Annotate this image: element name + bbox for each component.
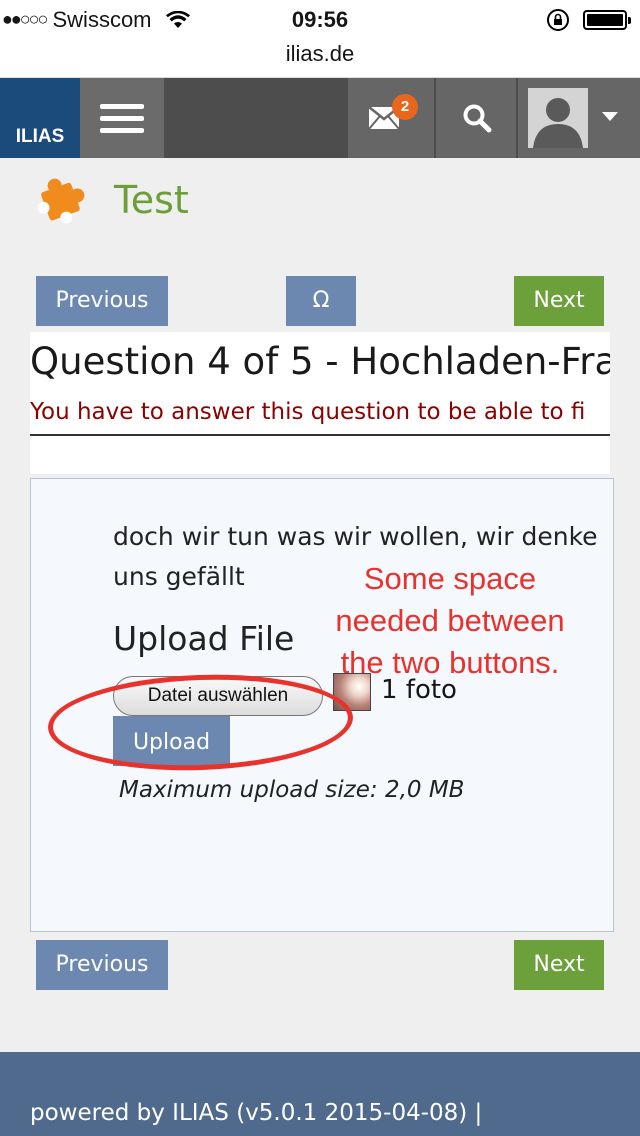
url-bar[interactable]: ilias.de — [0, 40, 640, 78]
footer-text: powered by ILIAS (v5.0.1 2015-04-08) | — [30, 1100, 483, 1126]
mail-button[interactable]: 2 — [348, 78, 434, 158]
annotation-line: needed between — [335, 603, 565, 638]
avatar — [528, 88, 588, 148]
annotation-line: Some space — [363, 561, 537, 596]
logo-text: ILIAS — [15, 126, 65, 147]
next-button-bottom[interactable]: Next — [514, 940, 604, 990]
menu-button[interactable] — [80, 78, 164, 158]
footer: powered by ILIAS (v5.0.1 2015-04-08) | — [0, 1052, 640, 1136]
ilias-logo[interactable]: ILIAS — [0, 78, 80, 158]
previous-button-bottom[interactable]: Previous — [36, 940, 168, 990]
search-button[interactable] — [436, 78, 516, 158]
upload-heading: Upload File — [113, 619, 295, 658]
max-upload-size: Maximum upload size: 2,0 MB — [119, 777, 465, 803]
rotation-lock-icon — [546, 8, 570, 38]
chevron-down-icon — [602, 112, 618, 121]
top-navigation: ILIAS 2 — [0, 78, 640, 158]
question-text-line: doch wir tun was wir wollen, wir denke — [113, 522, 598, 551]
question-title: Question 4 of 5 - Hochladen-Fra — [30, 340, 610, 383]
next-button[interactable]: Next — [514, 276, 604, 326]
special-characters-button[interactable]: Ω — [286, 276, 356, 326]
puzzle-icon — [36, 174, 88, 230]
previous-button[interactable]: Previous — [36, 276, 168, 326]
mail-count-badge: 2 — [392, 94, 418, 120]
required-notice: You have to answer this question to be a… — [30, 399, 586, 425]
user-menu-button[interactable] — [518, 78, 640, 158]
url-domain: ilias.de — [285, 41, 355, 66]
annotation-note: Some space needed between the two button… — [300, 558, 600, 684]
battery-icon — [583, 10, 631, 30]
status-bar: ●●○○○ Swisscom 09:56 — [0, 0, 640, 40]
divider — [30, 434, 610, 436]
page-title: Test — [114, 178, 189, 222]
question-header: Question 4 of 5 - Hochladen-Fra You have… — [30, 332, 610, 474]
annotation-line: the two buttons. — [340, 645, 560, 680]
clock: 09:56 — [291, 7, 349, 32]
